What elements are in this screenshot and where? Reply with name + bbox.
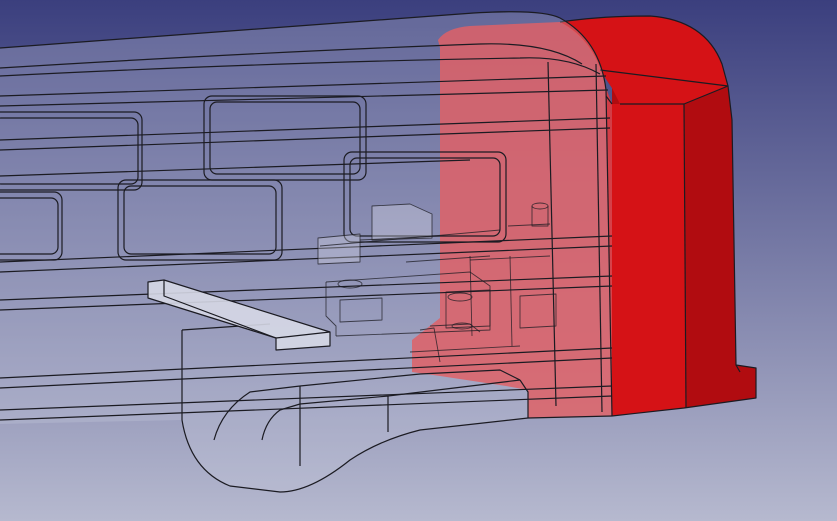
3d-viewport[interactable]: [0, 0, 837, 521]
end-cap-front-panel: [612, 104, 686, 416]
